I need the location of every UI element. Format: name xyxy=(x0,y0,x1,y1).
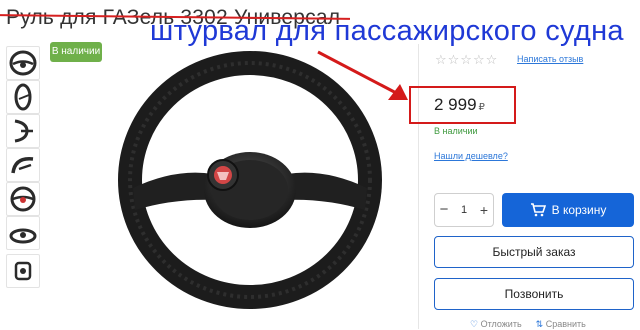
add-to-cart-button[interactable]: В корзину xyxy=(502,193,634,227)
favorite-link[interactable]: ♡ Отложить xyxy=(470,319,522,330)
arrow-icon xyxy=(317,50,408,100)
write-review-link[interactable]: Написать отзыв xyxy=(517,54,583,64)
call-button[interactable]: Позвонить xyxy=(434,278,634,310)
quick-order-button[interactable]: Быстрый заказ xyxy=(434,236,634,268)
rating-stars[interactable]: ☆☆☆☆☆ xyxy=(435,52,498,68)
steering-wheel-back-thumb-icon xyxy=(11,157,34,174)
price-currency: ₽ xyxy=(478,102,485,113)
steering-wheel-side-thumb-icon xyxy=(14,83,32,111)
found-cheaper-link[interactable]: Нашли дешевле? xyxy=(434,151,508,161)
steering-wheel-flat-thumb-icon xyxy=(9,228,37,244)
price-stock-status: В наличии xyxy=(434,126,478,136)
cart-icon xyxy=(530,203,546,217)
favorite-label: Отложить xyxy=(480,319,522,329)
heart-icon: ♡ xyxy=(470,319,479,329)
steering-wheel-angle-thumb-icon xyxy=(14,119,33,143)
compare-link[interactable]: ⇅ Сравнить xyxy=(536,319,586,330)
add-to-cart-label: В корзину xyxy=(551,203,607,217)
compare-label: Сравнить xyxy=(545,319,586,329)
price-amount: 2 999 xyxy=(434,95,477,114)
thumbnail-3[interactable] xyxy=(6,114,40,148)
quantity-decrease-button[interactable]: − xyxy=(436,193,452,227)
steering-wheel-hub-thumb-icon xyxy=(14,261,32,281)
call-label: Позвонить xyxy=(504,287,564,301)
thumbnail-2[interactable] xyxy=(6,80,40,114)
compare-icon: ⇅ xyxy=(535,319,544,329)
overlay-caption: штурвал для пассажирского судна xyxy=(150,15,624,47)
stock-badge: В наличии xyxy=(50,42,102,62)
thumbnail-6[interactable] xyxy=(6,216,40,250)
steering-wheel-front-thumb-icon xyxy=(10,186,36,212)
bottom-actions: ♡ Отложить ⇅ Сравнить xyxy=(470,319,586,330)
thumbnail-1[interactable] xyxy=(6,46,40,80)
thumbnail-5[interactable] xyxy=(6,182,40,216)
thumbnail-7[interactable] xyxy=(6,254,40,288)
quantity-input[interactable]: 1 xyxy=(452,193,476,227)
thumbnail-4[interactable] xyxy=(6,148,40,182)
steering-wheel-thumb-icon xyxy=(9,50,37,76)
quantity-increase-button[interactable]: + xyxy=(476,193,492,227)
quick-order-label: Быстрый заказ xyxy=(492,245,576,259)
price: 2 999 ₽ xyxy=(434,95,485,115)
